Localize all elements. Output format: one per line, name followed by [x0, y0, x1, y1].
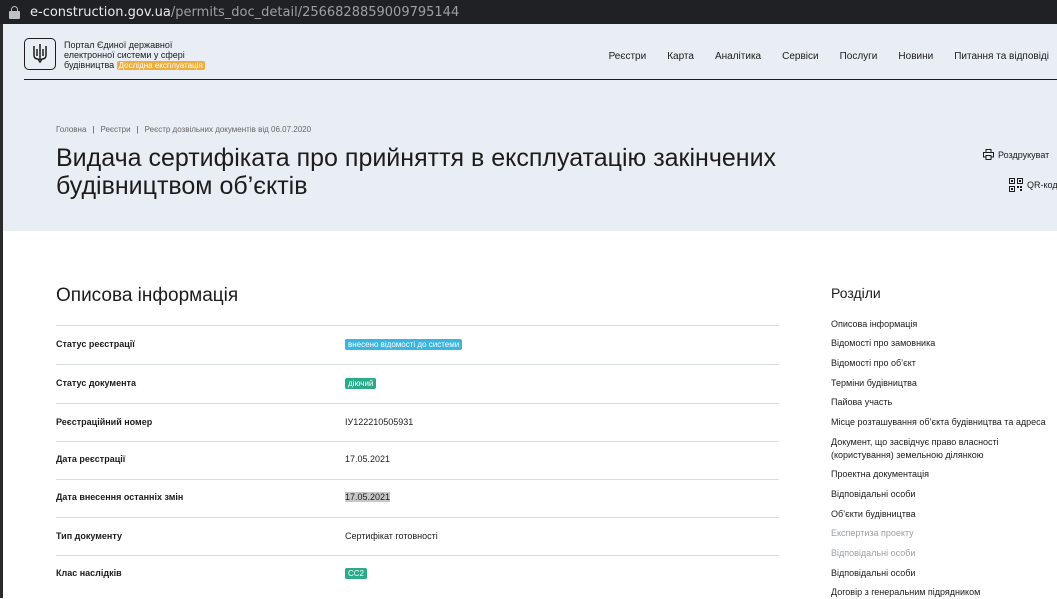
top-navigation: Портал Єдиної державної електронної сист…	[24, 34, 1057, 80]
table-row: Статус документа діючий	[56, 364, 779, 403]
registration-status-badge: внесено відомості до системи	[345, 339, 463, 350]
pilot-badge: Дослідна експлуатація	[116, 61, 205, 70]
menu-item-analytics[interactable]: Аналітика	[715, 51, 761, 62]
section-link[interactable]: Об’єкти будівництва	[831, 508, 916, 521]
registration-date: 17.05.2021	[345, 454, 391, 464]
section-link[interactable]: (користування) земельною ділянкою	[831, 449, 984, 462]
page-title: Видача сертифіката про прийняття в експл…	[56, 144, 976, 200]
section-link[interactable]: Відомості про замовника	[831, 337, 935, 350]
section-link[interactable]: Пайова участь	[831, 396, 892, 409]
section-title: Описова інформація	[56, 285, 239, 306]
section-link[interactable]: Відомості про об’єкт	[831, 357, 916, 370]
section-link[interactable]: Договір з генеральним підрядником	[831, 586, 980, 599]
trident-logo-icon[interactable]	[24, 38, 56, 70]
section-link[interactable]: Відповідальні особи	[831, 488, 915, 501]
table-row: Клас наслідків СС2	[56, 555, 779, 593]
section-link[interactable]: Місце розташування об’єкта будівництва т…	[831, 416, 1046, 429]
row-label: Статус документа	[56, 378, 136, 388]
row-label: Тип документу	[56, 531, 122, 541]
main-menu: Реєстри Карта Аналітика Сервіси Послуги …	[609, 51, 1057, 62]
menu-item-news[interactable]: Новини	[898, 51, 933, 62]
print-button[interactable]: Роздрукуват	[983, 149, 1049, 160]
document-status-badge: діючий	[345, 378, 377, 389]
last-change-date: 17.05.2021	[345, 492, 391, 502]
consequence-class-badge: СС2	[345, 568, 368, 579]
portal-name[interactable]: Портал Єдиної державної електронної сист…	[64, 40, 224, 70]
page-header: Портал Єдиної державної електронної сист…	[3, 24, 1057, 231]
breadcrumb-registries[interactable]: Реєстри	[100, 125, 130, 134]
breadcrumb-current[interactable]: Реєстр дозвільних документів від 06.07.2…	[145, 125, 311, 134]
url-path: /permits_doc_detail/2566828859009795144	[170, 4, 460, 20]
section-link[interactable]: Експертиза проекту	[831, 527, 914, 540]
sections-title: Розділи	[831, 285, 881, 301]
page-title-line2: будівництвом об’єктів	[56, 172, 308, 200]
breadcrumb: Головна | Реєстри | Реєстр дозвільних до…	[56, 125, 311, 134]
row-label: Реєстраційний номер	[56, 417, 153, 427]
menu-item-posluhy[interactable]: Послуги	[840, 51, 878, 62]
document-type: Сертифікат готовності	[345, 531, 438, 541]
print-label: Роздрукуват	[998, 149, 1050, 160]
table-row: Реєстраційний номер ІУ122210505931	[56, 403, 779, 441]
menu-item-registries[interactable]: Реєстри	[609, 51, 647, 62]
table-row: Дата внесення останніх змін 17.05.2021	[56, 479, 779, 517]
menu-item-services[interactable]: Сервіси	[782, 51, 818, 62]
row-label: Клас наслідків	[56, 568, 122, 578]
section-link[interactable]: Проектна документація	[831, 468, 929, 481]
breadcrumb-separator: |	[136, 125, 139, 134]
browser-address-bar[interactable]: e-construction.gov.ua/permits_doc_detail…	[0, 0, 1057, 24]
printer-icon	[983, 149, 994, 160]
row-label: Статус реєстрації	[56, 339, 135, 349]
url-host: e-construction.gov.ua	[30, 4, 171, 20]
breadcrumb-home[interactable]: Головна	[56, 125, 86, 134]
info-table: Статус реєстрації внесено відомості до с…	[56, 325, 779, 593]
breadcrumb-separator: |	[92, 125, 95, 134]
portal-name-line1: Портал Єдиної державної	[64, 40, 173, 50]
qr-code-icon	[1009, 178, 1023, 192]
table-row: Статус реєстрації внесено відомості до с…	[56, 325, 779, 364]
registration-number: ІУ122210505931	[345, 417, 414, 427]
lock-icon	[9, 5, 20, 19]
table-row: Тип документу Сертифікат готовності	[56, 517, 779, 555]
menu-item-map[interactable]: Карта	[667, 51, 694, 62]
row-label: Дата реєстрації	[56, 454, 126, 464]
page-title-line1: Видача сертифіката про прийняття в експл…	[56, 144, 777, 172]
section-link[interactable]: Документ, що засвідчує право власності	[831, 436, 999, 449]
section-link[interactable]: Описова інформація	[831, 318, 917, 331]
table-row: Дата реєстрації 17.05.2021	[56, 441, 779, 479]
qr-code-label: QR-код	[1027, 180, 1057, 190]
section-link[interactable]: Відповідальні особи	[831, 567, 915, 580]
portal-name-line3: будівництва	[64, 60, 115, 70]
menu-item-faq[interactable]: Питання та відповіді	[954, 51, 1049, 62]
section-link[interactable]: Терміни будівництва	[831, 377, 917, 390]
section-link[interactable]: Відповідальні особи	[831, 547, 915, 560]
row-label: Дата внесення останніх змін	[56, 492, 184, 502]
qr-code-button[interactable]: QR-код	[1009, 178, 1057, 192]
portal-name-line2: електронної системи у сфері	[64, 50, 185, 60]
